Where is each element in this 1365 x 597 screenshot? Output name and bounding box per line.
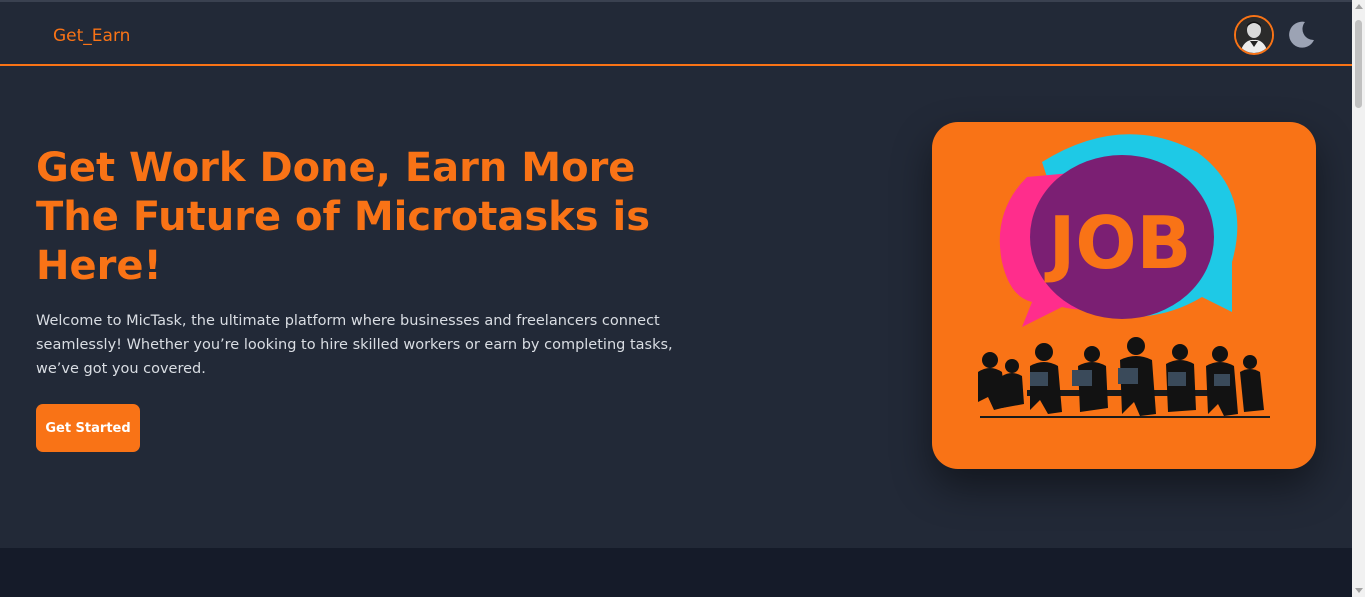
navbar: Get_Earn (0, 2, 1352, 66)
job-text: JOB (1044, 201, 1192, 285)
hero-section: Get Work Done, Earn More The Future of M… (0, 68, 1352, 548)
user-avatar[interactable] (1234, 15, 1274, 55)
hero-title-line: Get Work Done, Earn More (36, 145, 636, 191)
scroll-up-arrow-icon[interactable] (1355, 4, 1363, 9)
scroll-down-arrow-icon[interactable] (1355, 588, 1363, 593)
hero-title-line: The Future of Microtasks is (36, 194, 651, 240)
hero-description: Welcome to MicTask, the ultimate platfor… (36, 313, 673, 377)
avatar-image (1236, 17, 1272, 53)
theme-toggle-moon (1289, 21, 1314, 48)
vertical-scrollbar[interactable] (1352, 0, 1365, 597)
hero-title: Get Work Done, Earn More The Future of M… (36, 144, 696, 291)
hero-job-image: JOB (932, 122, 1316, 469)
brand-logo-link[interactable]: Get_Earn (53, 26, 130, 46)
hero-title-line: Here! (36, 243, 162, 289)
scrollbar-thumb[interactable] (1355, 20, 1362, 108)
job-illustration: JOB (978, 134, 1270, 418)
moon-icon[interactable] (1286, 19, 1316, 49)
footer-section (0, 548, 1352, 597)
get-started-button[interactable]: Get Started (36, 404, 140, 452)
